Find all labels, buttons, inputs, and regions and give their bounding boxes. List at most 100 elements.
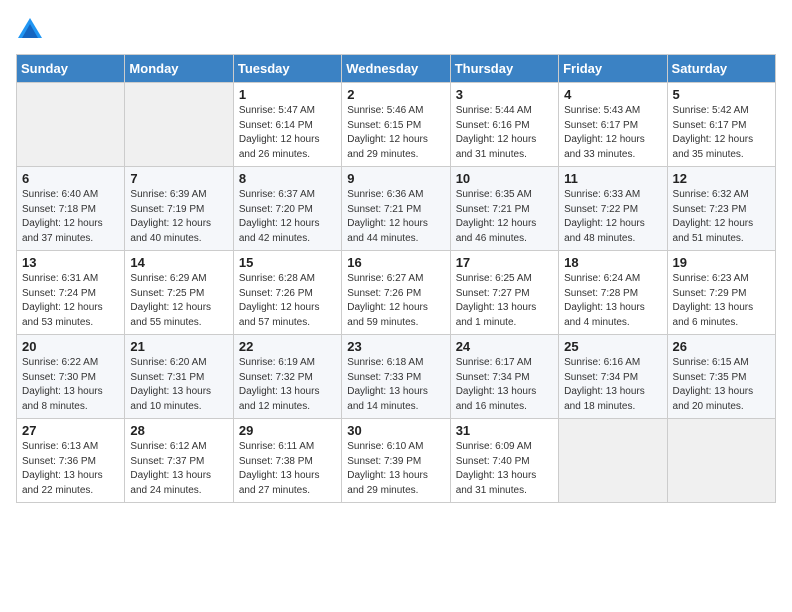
- calendar-cell: 10 Sunrise: 6:35 AM Sunset: 7:21 PM Dayli…: [450, 167, 558, 251]
- day-info: Sunrise: 6:20 AM Sunset: 7:31 PM Dayligh…: [130, 356, 227, 414]
- day-number: 9: [347, 171, 444, 186]
- calendar-week-1: 1 Sunrise: 5:47 AM Sunset: 6:14 PM Daylig…: [17, 83, 776, 167]
- day-info: Sunrise: 5:43 AM Sunset: 6:17 PM Dayligh…: [564, 104, 661, 162]
- calendar-cell: [559, 419, 667, 503]
- day-info: Sunrise: 6:39 AM Sunset: 7:19 PM Dayligh…: [130, 188, 227, 246]
- calendar-week-3: 13 Sunrise: 6:31 AM Sunset: 7:24 PM Dayli…: [17, 251, 776, 335]
- calendar-cell: 28 Sunrise: 6:12 AM Sunset: 7:37 PM Dayli…: [125, 419, 233, 503]
- day-number: 22: [239, 339, 336, 354]
- calendar-cell: 15 Sunrise: 6:28 AM Sunset: 7:26 PM Dayli…: [233, 251, 341, 335]
- day-info: Sunrise: 6:11 AM Sunset: 7:38 PM Dayligh…: [239, 440, 336, 498]
- day-number: 10: [456, 171, 553, 186]
- day-number: 6: [22, 171, 119, 186]
- day-header-thursday: Thursday: [450, 55, 558, 83]
- day-header-friday: Friday: [559, 55, 667, 83]
- day-number: 15: [239, 255, 336, 270]
- day-number: 19: [673, 255, 770, 270]
- day-info: Sunrise: 6:35 AM Sunset: 7:21 PM Dayligh…: [456, 188, 553, 246]
- day-info: Sunrise: 6:27 AM Sunset: 7:26 PM Dayligh…: [347, 272, 444, 330]
- calendar-cell: 20 Sunrise: 6:22 AM Sunset: 7:30 PM Dayli…: [17, 335, 125, 419]
- calendar-cell: 11 Sunrise: 6:33 AM Sunset: 7:22 PM Dayli…: [559, 167, 667, 251]
- day-info: Sunrise: 6:28 AM Sunset: 7:26 PM Dayligh…: [239, 272, 336, 330]
- day-info: Sunrise: 6:24 AM Sunset: 7:28 PM Dayligh…: [564, 272, 661, 330]
- calendar-cell: 17Sunrise: 6:25 AM Sunset: 7:27 PM Dayli…: [450, 251, 558, 335]
- day-number: 2: [347, 87, 444, 102]
- day-number: 21: [130, 339, 227, 354]
- calendar-cell: 31 Sunrise: 6:09 AM Sunset: 7:40 PM Dayli…: [450, 419, 558, 503]
- day-header-wednesday: Wednesday: [342, 55, 450, 83]
- calendar-cell: [17, 83, 125, 167]
- day-number: 20: [22, 339, 119, 354]
- day-info: Sunrise: 6:22 AM Sunset: 7:30 PM Dayligh…: [22, 356, 119, 414]
- day-number: 17: [456, 255, 553, 270]
- day-number: 25: [564, 339, 661, 354]
- calendar-cell: [125, 83, 233, 167]
- day-info: Sunrise: 5:46 AM Sunset: 6:15 PM Dayligh…: [347, 104, 444, 162]
- day-info: Sunrise: 6:13 AM Sunset: 7:36 PM Dayligh…: [22, 440, 119, 498]
- day-number: 1: [239, 87, 336, 102]
- day-info: Sunrise: 5:42 AM Sunset: 6:17 PM Dayligh…: [673, 104, 770, 162]
- calendar-cell: 3 Sunrise: 5:44 AM Sunset: 6:16 PM Daylig…: [450, 83, 558, 167]
- day-header-saturday: Saturday: [667, 55, 775, 83]
- day-number: 28: [130, 423, 227, 438]
- day-info: Sunrise: 6:31 AM Sunset: 7:24 PM Dayligh…: [22, 272, 119, 330]
- calendar-cell: 7 Sunrise: 6:39 AM Sunset: 7:19 PM Daylig…: [125, 167, 233, 251]
- calendar-cell: 6Sunrise: 6:40 AM Sunset: 7:18 PM Daylig…: [17, 167, 125, 251]
- day-info: Sunrise: 6:29 AM Sunset: 7:25 PM Dayligh…: [130, 272, 227, 330]
- calendar-header-row: SundayMondayTuesdayWednesdayThursdayFrid…: [17, 55, 776, 83]
- day-info: Sunrise: 6:33 AM Sunset: 7:22 PM Dayligh…: [564, 188, 661, 246]
- calendar-cell: 22 Sunrise: 6:19 AM Sunset: 7:32 PM Dayli…: [233, 335, 341, 419]
- day-info: Sunrise: 6:10 AM Sunset: 7:39 PM Dayligh…: [347, 440, 444, 498]
- calendar-cell: 12 Sunrise: 6:32 AM Sunset: 7:23 PM Dayli…: [667, 167, 775, 251]
- day-number: 26: [673, 339, 770, 354]
- day-number: 3: [456, 87, 553, 102]
- calendar-cell: 21 Sunrise: 6:20 AM Sunset: 7:31 PM Dayli…: [125, 335, 233, 419]
- day-info: Sunrise: 6:19 AM Sunset: 7:32 PM Dayligh…: [239, 356, 336, 414]
- calendar-week-2: 6Sunrise: 6:40 AM Sunset: 7:18 PM Daylig…: [17, 167, 776, 251]
- calendar-cell: 2 Sunrise: 5:46 AM Sunset: 6:15 PM Daylig…: [342, 83, 450, 167]
- day-number: 5: [673, 87, 770, 102]
- day-number: 13: [22, 255, 119, 270]
- calendar-cell: 25 Sunrise: 6:16 AM Sunset: 7:34 PM Dayli…: [559, 335, 667, 419]
- day-info: Sunrise: 5:44 AM Sunset: 6:16 PM Dayligh…: [456, 104, 553, 162]
- day-number: 27: [22, 423, 119, 438]
- day-number: 31: [456, 423, 553, 438]
- day-number: 18: [564, 255, 661, 270]
- calendar-cell: 23Sunrise: 6:18 AM Sunset: 7:33 PM Dayli…: [342, 335, 450, 419]
- day-info: Sunrise: 6:15 AM Sunset: 7:35 PM Dayligh…: [673, 356, 770, 414]
- day-number: 7: [130, 171, 227, 186]
- day-number: 23: [347, 339, 444, 354]
- page-header: [16, 16, 776, 44]
- day-info: Sunrise: 6:36 AM Sunset: 7:21 PM Dayligh…: [347, 188, 444, 246]
- day-number: 30: [347, 423, 444, 438]
- day-info: Sunrise: 6:12 AM Sunset: 7:37 PM Dayligh…: [130, 440, 227, 498]
- day-number: 12: [673, 171, 770, 186]
- day-info: Sunrise: 5:47 AM Sunset: 6:14 PM Dayligh…: [239, 104, 336, 162]
- day-header-tuesday: Tuesday: [233, 55, 341, 83]
- calendar-cell: 18 Sunrise: 6:24 AM Sunset: 7:28 PM Dayli…: [559, 251, 667, 335]
- calendar-cell: 27 Sunrise: 6:13 AM Sunset: 7:36 PM Dayli…: [17, 419, 125, 503]
- calendar-cell: 19 Sunrise: 6:23 AM Sunset: 7:29 PM Dayli…: [667, 251, 775, 335]
- day-info: Sunrise: 6:17 AM Sunset: 7:34 PM Dayligh…: [456, 356, 553, 414]
- day-number: 8: [239, 171, 336, 186]
- calendar-cell: 5 Sunrise: 5:42 AM Sunset: 6:17 PM Daylig…: [667, 83, 775, 167]
- calendar-cell: 8 Sunrise: 6:37 AM Sunset: 7:20 PM Daylig…: [233, 167, 341, 251]
- calendar-cell: 16 Sunrise: 6:27 AM Sunset: 7:26 PM Dayli…: [342, 251, 450, 335]
- day-info: Sunrise: 6:32 AM Sunset: 7:23 PM Dayligh…: [673, 188, 770, 246]
- calendar-cell: 14Sunrise: 6:29 AM Sunset: 7:25 PM Dayli…: [125, 251, 233, 335]
- day-info: Sunrise: 6:16 AM Sunset: 7:34 PM Dayligh…: [564, 356, 661, 414]
- day-header-sunday: Sunday: [17, 55, 125, 83]
- logo: [16, 16, 48, 44]
- day-number: 11: [564, 171, 661, 186]
- day-number: 4: [564, 87, 661, 102]
- day-info: Sunrise: 6:23 AM Sunset: 7:29 PM Dayligh…: [673, 272, 770, 330]
- day-number: 24: [456, 339, 553, 354]
- day-info: Sunrise: 6:09 AM Sunset: 7:40 PM Dayligh…: [456, 440, 553, 498]
- calendar-cell: 4 Sunrise: 5:43 AM Sunset: 6:17 PM Daylig…: [559, 83, 667, 167]
- calendar-cell: 13 Sunrise: 6:31 AM Sunset: 7:24 PM Dayli…: [17, 251, 125, 335]
- day-info: Sunrise: 6:37 AM Sunset: 7:20 PM Dayligh…: [239, 188, 336, 246]
- calendar-cell: [667, 419, 775, 503]
- logo-icon: [16, 16, 44, 44]
- calendar-week-4: 20 Sunrise: 6:22 AM Sunset: 7:30 PM Dayli…: [17, 335, 776, 419]
- day-number: 16: [347, 255, 444, 270]
